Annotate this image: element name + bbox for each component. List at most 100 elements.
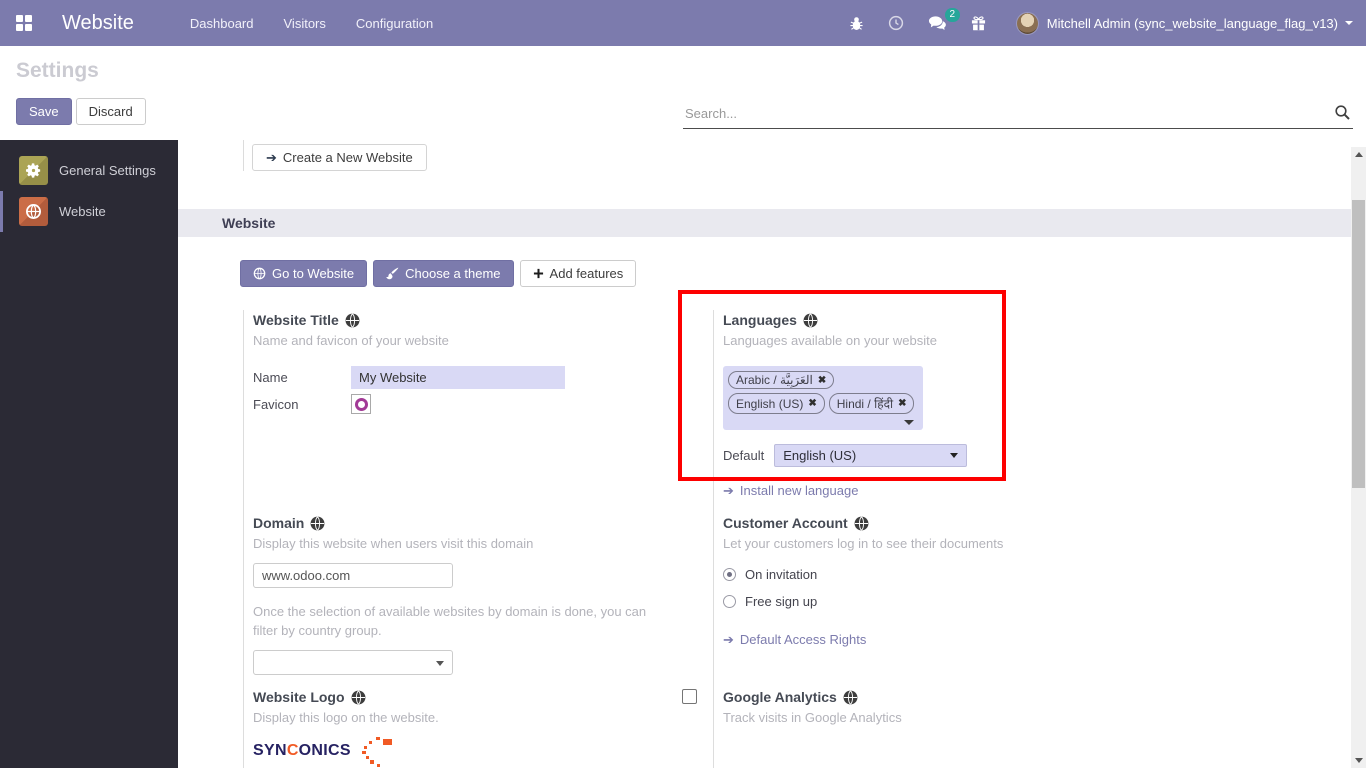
save-button[interactable]: Save xyxy=(16,98,72,125)
setting-heading: Website Title xyxy=(253,312,339,328)
plus-icon xyxy=(533,268,543,279)
create-new-website-button[interactable]: ➔ Create a New Website xyxy=(252,144,427,171)
default-access-rights-link[interactable]: ➔ Default Access Rights xyxy=(723,632,1132,647)
remove-tag-icon[interactable]: ✖ xyxy=(898,398,906,409)
messages-chat-icon[interactable]: 2 xyxy=(928,8,960,31)
vertical-scrollbar[interactable] xyxy=(1351,147,1366,768)
favicon-label: Favicon xyxy=(253,396,299,412)
country-group-select[interactable] xyxy=(253,650,453,675)
main-menu: Dashboard Visitors Configuration xyxy=(190,16,433,31)
user-avatar xyxy=(1015,11,1039,35)
setting-heading: Domain xyxy=(253,515,305,531)
dropdown-caret-icon[interactable] xyxy=(904,420,914,425)
menu-configuration[interactable]: Configuration xyxy=(356,16,433,31)
setting-heading: Google Analytics xyxy=(723,689,837,705)
website-title-box: Website Title Name and favicon of your w… xyxy=(210,310,680,513)
page-title: Settings xyxy=(16,59,99,82)
scroll-up-icon[interactable] xyxy=(1351,147,1366,162)
globe-icon xyxy=(803,312,818,328)
favicon-image[interactable] xyxy=(351,394,371,414)
setting-subtitle: Track visits in Google Analytics xyxy=(723,710,902,725)
setting-subtitle: Display this website when users visit th… xyxy=(253,536,534,551)
divider xyxy=(243,140,244,171)
globe-icon xyxy=(345,312,360,328)
language-tag: Arabic / العَرَبِيَّة ✖ xyxy=(728,371,835,389)
domain-note: Once the selection of available websites… xyxy=(253,604,647,638)
remove-tag-icon[interactable]: ✖ xyxy=(818,375,826,386)
remove-tag-icon[interactable]: ✖ xyxy=(808,398,816,409)
section-header-website: Website xyxy=(178,209,1351,237)
setting-subtitle: Languages available on your website xyxy=(723,333,937,348)
sidebar-item-general-settings[interactable]: General Settings xyxy=(0,150,178,191)
website-logo-image[interactable]: SYNCONICS xyxy=(253,737,662,768)
globe-icon xyxy=(843,689,858,705)
add-features-button[interactable]: Add features xyxy=(519,260,637,287)
favicon-ring-icon xyxy=(354,397,368,411)
menu-visitors[interactable]: Visitors xyxy=(284,16,326,31)
scroll-down-icon[interactable] xyxy=(1351,753,1366,768)
google-analytics-checkbox[interactable] xyxy=(682,689,697,704)
search-icon[interactable] xyxy=(1334,104,1351,126)
domain-input[interactable] xyxy=(253,563,453,588)
search-input[interactable] xyxy=(683,103,1353,129)
arrow-right-icon: ➔ xyxy=(723,632,734,647)
radio-icon xyxy=(723,568,736,581)
globe-icon xyxy=(854,515,869,531)
top-navbar: Website Dashboard Visitors Configuration… xyxy=(0,0,1366,46)
languages-multiselect[interactable]: Arabic / العَرَبِيَّة ✖ English (US) ✖ Hin… xyxy=(723,366,923,430)
language-tag: English (US) ✖ xyxy=(728,393,825,414)
globe-icon xyxy=(310,515,325,531)
settings-sidebar: General Settings Website xyxy=(0,140,178,768)
name-label: Name xyxy=(253,370,288,385)
default-label: Default xyxy=(723,448,765,463)
gear-icon xyxy=(19,156,48,185)
discard-button[interactable]: Discard xyxy=(75,98,146,125)
language-tag: Hindi / हिंदी ✖ xyxy=(828,393,915,414)
control-panel: Settings Save Discard xyxy=(0,46,1366,140)
radio-on-invitation[interactable]: On invitation xyxy=(723,567,1132,582)
customer-account-box: Customer Account Let your customers log … xyxy=(680,513,1150,687)
sidebar-item-website[interactable]: Website xyxy=(0,191,178,232)
message-count-badge: 2 xyxy=(944,8,960,22)
globe-icon xyxy=(19,197,48,226)
user-menu[interactable]: Mitchell Admin (sync_website_language_fl… xyxy=(1010,11,1353,35)
activity-clock-icon[interactable] xyxy=(888,15,904,31)
logo-pixel-swirl-icon xyxy=(361,737,392,767)
user-name: Mitchell Admin (sync_website_language_fl… xyxy=(1046,15,1338,31)
setting-subtitle: Let your customers log in to see their d… xyxy=(723,536,1004,551)
chevron-down-icon xyxy=(1345,21,1353,25)
globe-icon xyxy=(351,689,365,705)
install-language-link[interactable]: ➔ Install new language xyxy=(723,483,1132,498)
setting-subtitle: Name and favicon of your website xyxy=(253,333,449,348)
globe-icon xyxy=(253,267,266,280)
dropdown-caret-icon xyxy=(950,453,959,458)
google-analytics-box: Google Analytics Track visits in Google … xyxy=(680,687,1150,768)
sidebar-item-label: General Settings xyxy=(59,163,156,178)
brush-icon xyxy=(386,267,399,280)
app-brand[interactable]: Website xyxy=(62,12,134,35)
settings-content: ➔ Create a New Website Website Go to Web… xyxy=(178,140,1366,768)
website-name-input[interactable] xyxy=(351,366,565,389)
radio-icon xyxy=(723,595,736,608)
setting-heading: Languages xyxy=(723,312,797,328)
scrollbar-thumb[interactable] xyxy=(1352,200,1365,488)
choose-theme-button[interactable]: Choose a theme xyxy=(373,260,514,287)
website-logo-box: Website Logo Display this logo on the we… xyxy=(210,687,680,768)
go-to-website-button[interactable]: Go to Website xyxy=(240,260,368,287)
domain-box: Domain Display this website when users v… xyxy=(210,513,680,687)
languages-box: Languages Languages available on your we… xyxy=(680,310,1150,513)
setting-subtitle: Display this logo on the website. xyxy=(253,710,439,725)
arrow-right-icon: ➔ xyxy=(266,150,277,165)
setting-heading: Customer Account xyxy=(723,515,848,531)
debug-bug-icon[interactable] xyxy=(849,16,864,31)
create-new-website-label: Create a New Website xyxy=(282,150,413,165)
apps-menu-icon[interactable] xyxy=(16,15,32,31)
radio-free-sign-up[interactable]: Free sign up xyxy=(723,594,1132,609)
dropdown-caret-icon xyxy=(436,661,444,666)
gift-icon[interactable] xyxy=(971,15,986,31)
sidebar-item-label: Website xyxy=(59,204,106,219)
default-language-select[interactable]: English (US) xyxy=(774,444,968,467)
menu-dashboard[interactable]: Dashboard xyxy=(190,16,254,31)
arrow-right-icon: ➔ xyxy=(723,483,734,498)
setting-heading: Website Logo xyxy=(253,689,345,705)
